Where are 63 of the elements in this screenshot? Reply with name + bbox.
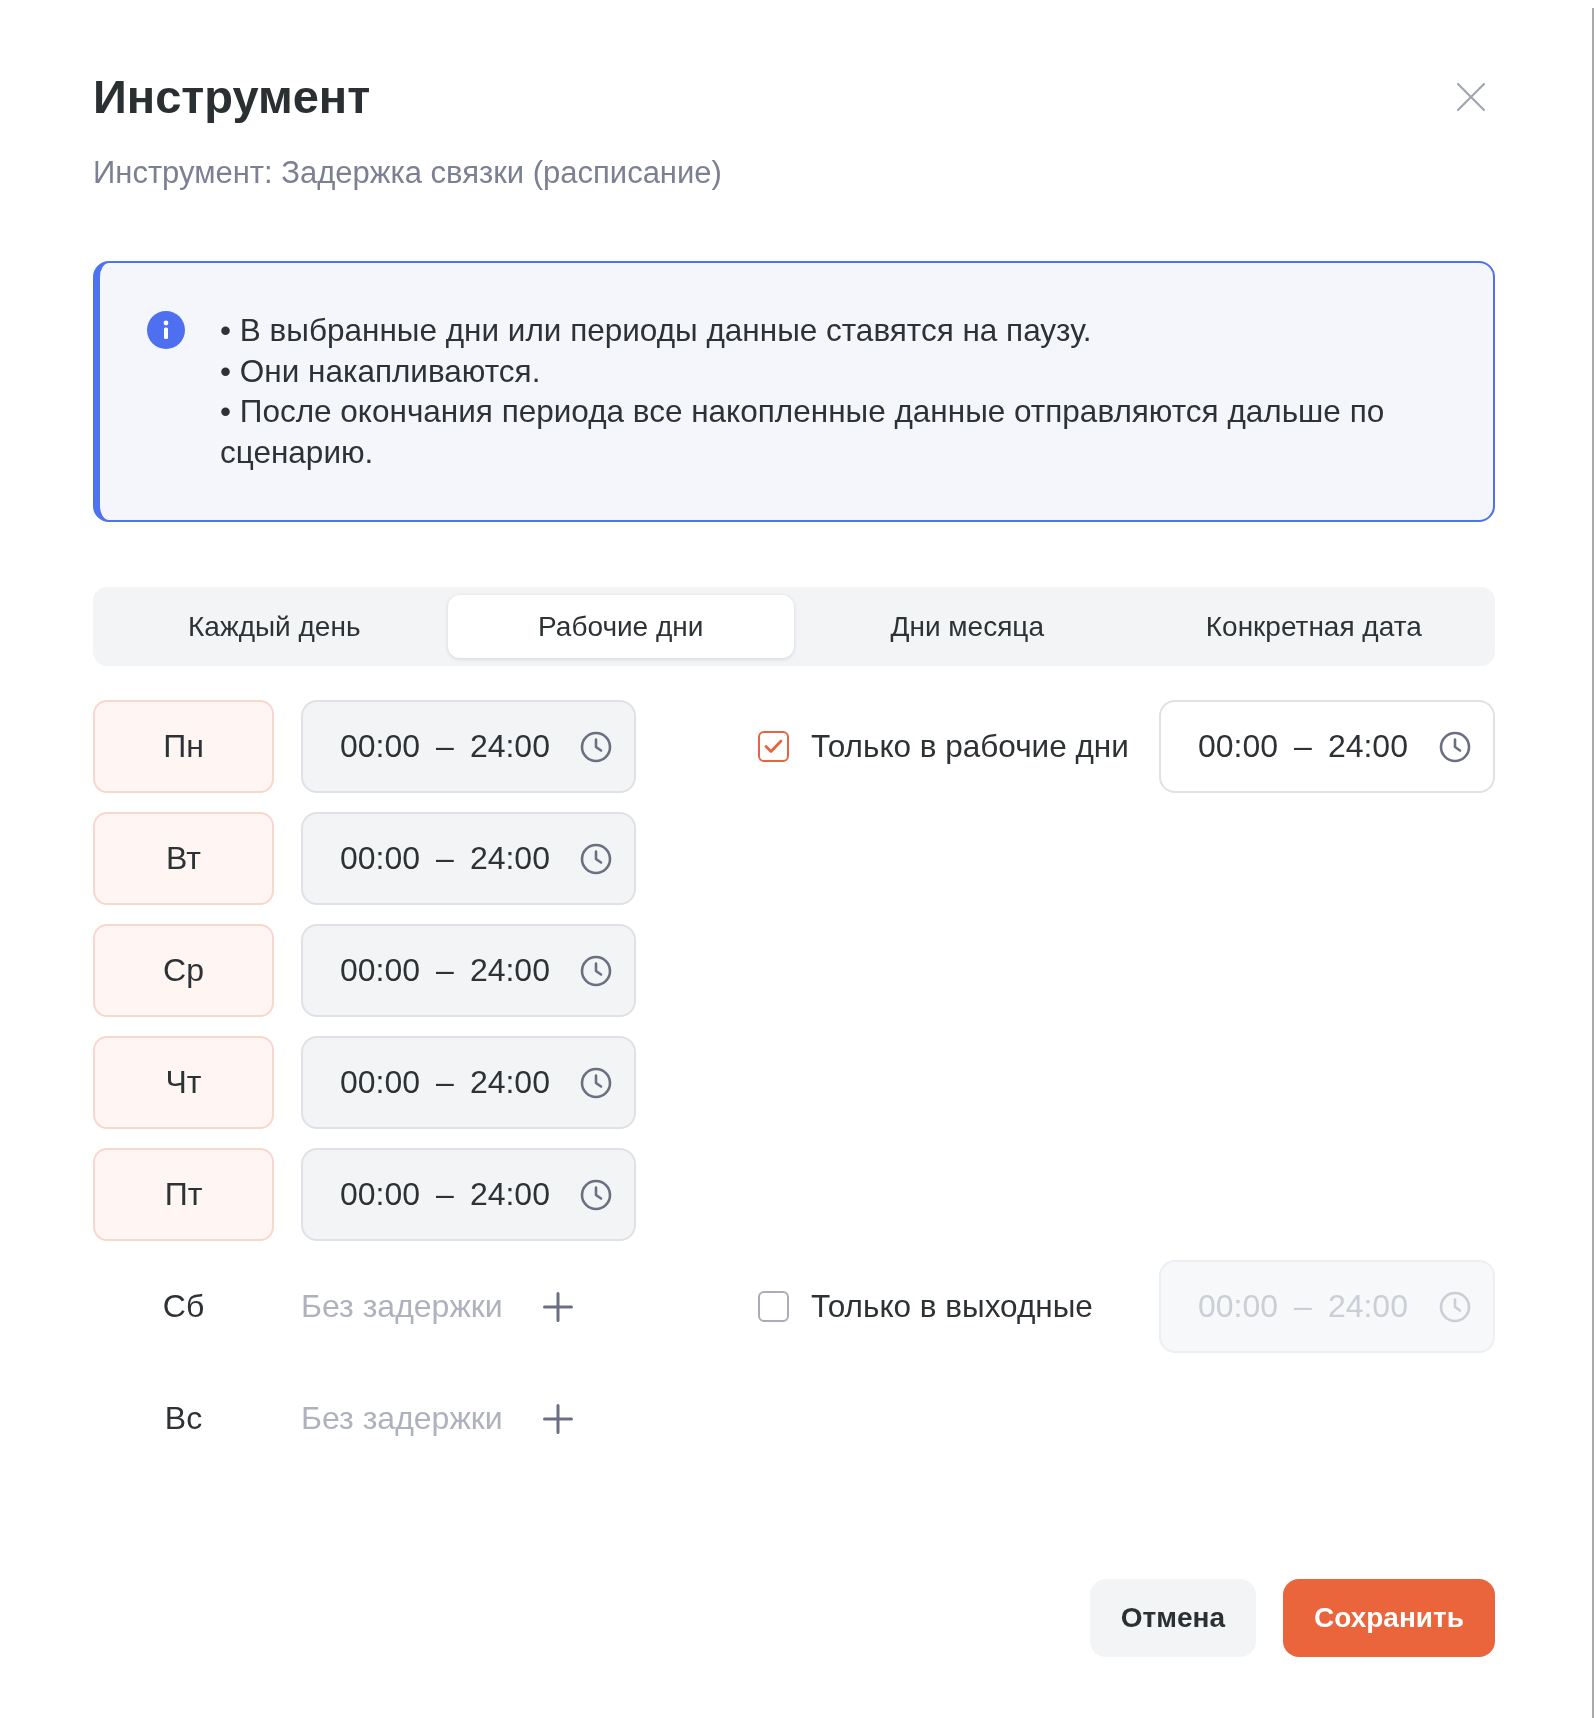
day-chip[interactable]: Пн	[93, 700, 274, 793]
start-time: 00:00	[340, 728, 421, 765]
clock-icon	[580, 1178, 612, 1211]
range-dash: –	[1294, 728, 1312, 765]
range-dash: –	[1294, 1288, 1312, 1325]
info-icon	[147, 311, 185, 349]
time-range-field[interactable]: 00:00 – 24:00	[301, 1036, 636, 1129]
clock-icon	[580, 842, 612, 875]
end-time: 24:00	[469, 1064, 550, 1101]
clock-icon	[1439, 1290, 1471, 1323]
tab[interactable]: Конкретная дата	[1140, 595, 1487, 658]
checkmark-icon	[764, 739, 783, 754]
start-time: 00:00	[340, 1064, 421, 1101]
range-dash: –	[436, 840, 454, 877]
time-range-field[interactable]: 00:00 – 24:00	[301, 812, 636, 905]
range-dash: –	[436, 952, 454, 989]
tab[interactable]: Рабочие дни	[447, 595, 794, 658]
time-range-field[interactable]: 00:00 – 24:00	[301, 924, 636, 1017]
day-chip[interactable]: Ср	[93, 924, 274, 1017]
add-button[interactable]	[542, 1403, 573, 1434]
dialog-title: Инструмент	[93, 71, 371, 123]
range-dash: –	[436, 1064, 454, 1101]
end-time: 24:00	[469, 728, 550, 765]
end-time: 24:00	[469, 840, 550, 877]
time-range-field[interactable]: 00:00 – 24:00	[1159, 700, 1495, 793]
range-dash: –	[436, 1176, 454, 1213]
clock-icon	[580, 1066, 612, 1099]
plus-icon	[542, 1403, 573, 1434]
clock-icon	[580, 730, 612, 763]
end-time: 24:00	[1327, 728, 1408, 765]
tab[interactable]: Каждый день	[101, 595, 448, 658]
time-range-field[interactable]: 00:00 – 24:00	[301, 1148, 636, 1241]
checkbox[interactable]	[758, 1291, 789, 1322]
time-range-field[interactable]: 00:00 – 24:00	[301, 700, 636, 793]
close-button[interactable]	[1456, 82, 1486, 112]
checkbox-label: Только в рабочие дни	[811, 728, 1129, 765]
close-icon	[1456, 82, 1486, 112]
day-chip[interactable]: Пт	[93, 1148, 274, 1241]
add-button[interactable]	[542, 1291, 573, 1322]
info-text: • Они накапливаются.	[220, 351, 542, 391]
no-delay-text: Без задержки	[301, 1288, 503, 1325]
end-time: 24:00	[469, 952, 550, 989]
day-label: Вс	[164, 1400, 203, 1437]
cancel-button[interactable]: Отмена	[1089, 1579, 1257, 1657]
info-text: • После окончания периода все накопленные данные отправляются дальше по сценарию.	[220, 392, 1386, 472]
clock-icon	[1439, 730, 1471, 763]
day-label: Сб	[162, 1288, 205, 1325]
range-dash: –	[436, 728, 454, 765]
start-time: 00:00	[340, 840, 421, 877]
tab[interactable]: Дни месяца	[794, 595, 1141, 658]
dialog-subtitle: Инструмент: Задержка связки (расписание)	[93, 155, 723, 191]
end-time: 24:00	[469, 1176, 550, 1213]
day-chip[interactable]: Вт	[93, 812, 274, 905]
start-time: 00:00	[340, 1176, 421, 1213]
start-time: 00:00	[1198, 728, 1279, 765]
checkbox-label: Только в выходные	[811, 1288, 1093, 1325]
info-text: • В выбранные дни или периоды данные ставятся на паузу.	[220, 311, 1093, 350]
checkbox[interactable]	[758, 731, 789, 762]
day-chip[interactable]: Чт	[93, 1036, 274, 1129]
clock-icon	[580, 954, 612, 987]
no-delay-text: Без задержки	[301, 1400, 503, 1437]
plus-icon	[542, 1291, 573, 1322]
start-time: 00:00	[340, 952, 421, 989]
